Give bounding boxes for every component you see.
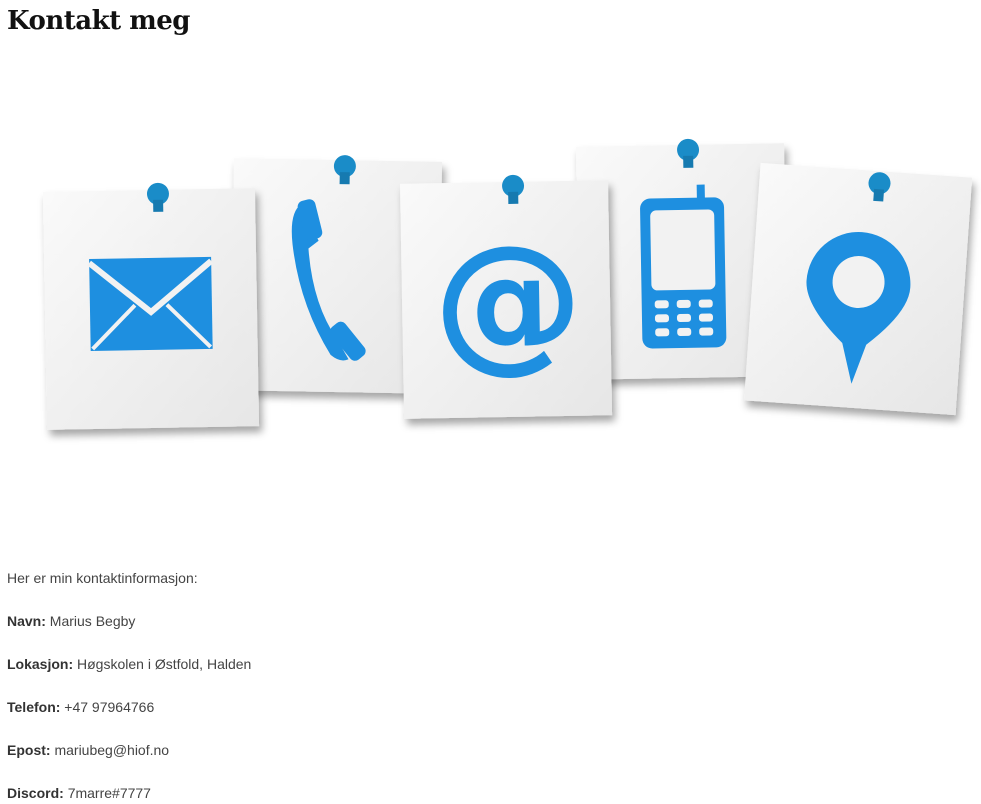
contact-row-discord: Discord: 7marre#7777 (7, 785, 151, 801)
svg-text:@: @ (432, 213, 585, 390)
row-label: Lokasjon: (7, 656, 74, 672)
contact-row-phone: Telefon: +47 97964766 (7, 699, 154, 715)
contact-hero-image: @ (42, 138, 973, 430)
row-label: Navn: (7, 613, 46, 629)
row-label: Telefon: (7, 699, 61, 715)
row-value: 7marre#7777 (67, 785, 151, 801)
contact-intro: Her er min kontaktinformasjon: (7, 570, 198, 586)
mobile-phone-icon (640, 184, 727, 349)
contact-row-location: Lokasjon: Høgskolen i Østfold, Halden (7, 656, 251, 672)
note-envelope (42, 182, 260, 430)
envelope-icon (87, 256, 214, 352)
note-location (744, 162, 973, 416)
row-label: Discord: (7, 785, 64, 801)
row-value: Marius Begby (49, 613, 136, 629)
row-value: +47 97964766 (64, 699, 155, 715)
contact-row-name: Navn: Marius Begby (7, 613, 135, 629)
page-title: Kontakt meg (7, 6, 190, 36)
row-label: Epost: (7, 742, 51, 758)
note-at: @ (399, 174, 613, 419)
contact-row-email: Epost: mariubeg@hiof.no (7, 742, 169, 758)
at-sign-icon: @ (432, 213, 585, 390)
row-value: mariubeg@hiof.no (54, 742, 170, 758)
row-value: Høgskolen i Østfold, Halden (77, 656, 252, 672)
